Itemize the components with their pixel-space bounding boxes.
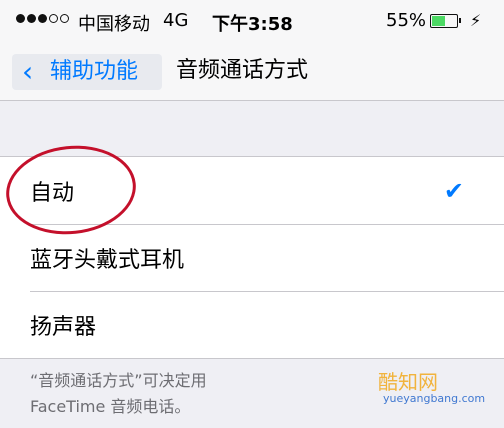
watermark-text: 酷知网 bbox=[378, 370, 438, 394]
battery-tip bbox=[459, 18, 461, 23]
call-audio-routing-options: 自动 ✔ 蓝牙头戴式耳机 扬声器 bbox=[0, 156, 504, 359]
signal-dot bbox=[16, 14, 25, 23]
back-button[interactable]: ‹ 辅助功能 bbox=[12, 54, 162, 90]
network-type: 4G bbox=[163, 10, 189, 31]
signal-dot bbox=[38, 14, 47, 23]
option-bluetooth-headset[interactable]: 蓝牙头戴式耳机 bbox=[0, 224, 504, 291]
page-title: 音频通话方式 bbox=[176, 58, 309, 83]
option-label: 自动 bbox=[30, 180, 75, 206]
status-time: 下午3:58 bbox=[212, 14, 293, 35]
signal-dot bbox=[27, 14, 36, 23]
navigation-bar: ‹ 辅助功能 音频通话方式 bbox=[0, 44, 504, 101]
battery-icon bbox=[430, 14, 458, 28]
watermark: 酷知网 bbox=[334, 348, 504, 428]
option-label: 蓝牙头戴式耳机 bbox=[30, 247, 185, 273]
back-button-label: 辅助功能 bbox=[50, 59, 139, 84]
option-automatic[interactable]: 自动 ✔ bbox=[0, 157, 504, 224]
cellular-signal-icon bbox=[16, 14, 69, 23]
battery-fill bbox=[432, 16, 445, 26]
signal-dot-empty bbox=[60, 14, 69, 23]
checkmark-icon: ✔ bbox=[443, 176, 464, 205]
footer-line: “音频通话方式”可决定用 bbox=[30, 371, 207, 390]
status-bar: 中国移动 4G 下午3:58 55% ⚡ bbox=[0, 0, 504, 44]
option-label: 扬声器 bbox=[30, 314, 97, 340]
chevron-left-icon: ‹ bbox=[22, 55, 34, 88]
battery-percentage: 55% bbox=[386, 10, 427, 31]
watermark-site: yueyangbang.com bbox=[383, 392, 486, 405]
signal-dot-empty bbox=[49, 14, 58, 23]
footer-description: “音频通话方式”可决定用 FaceTime 音频电话。 bbox=[30, 368, 330, 420]
carrier-name: 中国移动 bbox=[78, 14, 150, 35]
charging-bolt-icon: ⚡ bbox=[470, 11, 482, 30]
footer-line: FaceTime 音频电话。 bbox=[30, 397, 191, 416]
